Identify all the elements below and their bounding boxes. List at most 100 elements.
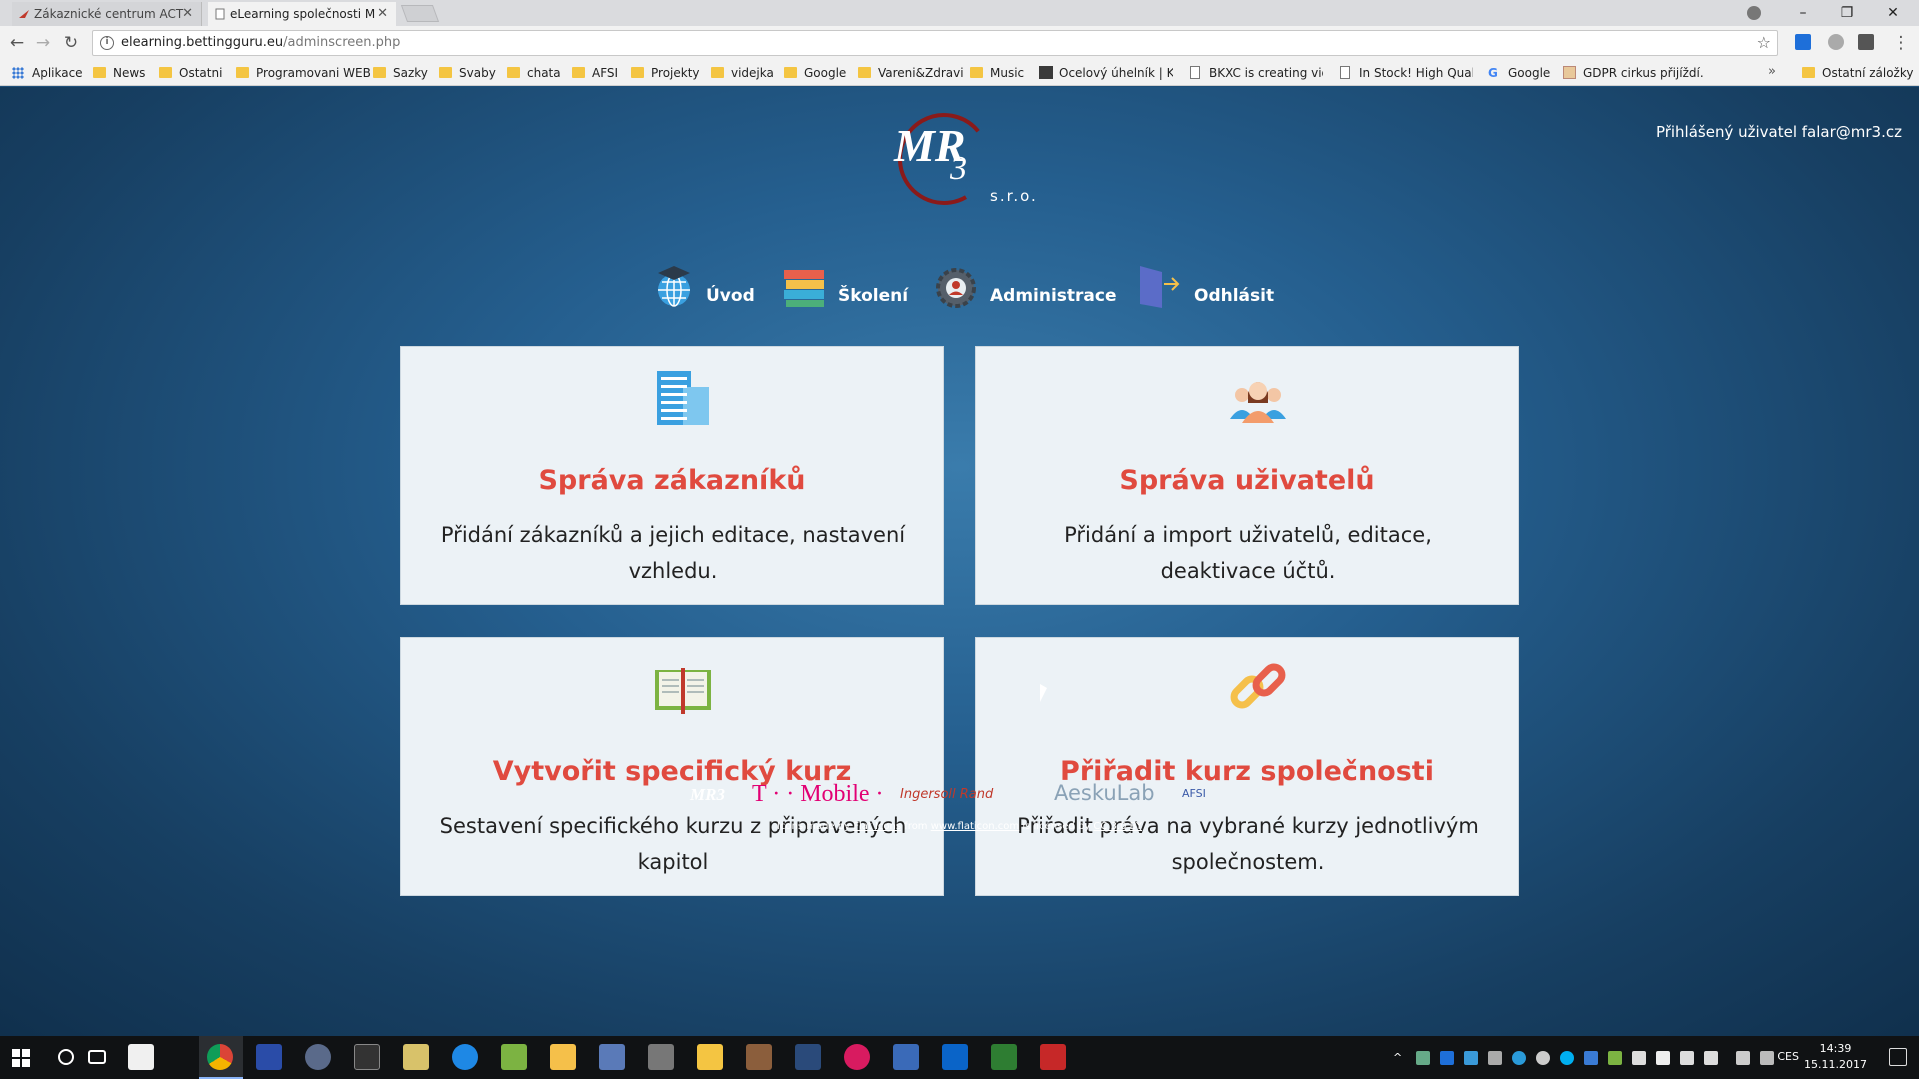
bookmark-google[interactable]: G Google	[1486, 65, 1550, 81]
save-app-icon[interactable]	[256, 1044, 282, 1070]
language-indicator[interactable]: CES	[1777, 1050, 1799, 1063]
keyboard-icon[interactable]	[1760, 1051, 1774, 1065]
restore-icon[interactable]: ❐	[1826, 0, 1868, 26]
license-link[interactable]: CC 3.0 BY	[1093, 821, 1142, 832]
bookmark-in-stock[interactable]: In Stock! High Quality	[1337, 65, 1473, 81]
bookmark-ostatni[interactable]: Ostatni	[157, 65, 222, 81]
tray-icon[interactable]	[1416, 1051, 1430, 1065]
app-red-icon[interactable]	[1040, 1044, 1066, 1070]
bookmark-vareni[interactable]: Vareni&Zdravi	[856, 65, 964, 81]
vpn-icon[interactable]	[305, 1044, 331, 1070]
excel-icon[interactable]	[991, 1044, 1017, 1070]
onedrive-icon[interactable]	[1536, 1051, 1550, 1065]
clock[interactable]: 14:39 15.11.2017	[1804, 1041, 1867, 1073]
folder-icon	[159, 67, 172, 78]
bookmark-ocelovy[interactable]: Ocelový úhelník | Kon	[1037, 65, 1173, 81]
close-tab-icon[interactable]: ✕	[182, 2, 193, 26]
extension-x-icon[interactable]	[1795, 34, 1811, 50]
main-nav: Úvod Školení Administrace Odhlásit	[0, 262, 1919, 312]
network-app-icon[interactable]	[893, 1044, 919, 1070]
bookmark-bkxc[interactable]: BKXC is creating vide	[1187, 65, 1323, 81]
app-pink-icon[interactable]	[844, 1044, 870, 1070]
notifications-icon[interactable]	[1889, 1048, 1907, 1066]
bookmark-other[interactable]: Ostatní záložky	[1800, 65, 1913, 81]
extension-cloud-icon[interactable]	[1828, 34, 1844, 50]
bookmark-videjka[interactable]: videjka	[709, 65, 774, 81]
profile-icon[interactable]	[1747, 6, 1761, 20]
new-tab-button[interactable]	[400, 5, 440, 22]
pen-icon[interactable]	[1736, 1051, 1750, 1065]
site-info-icon[interactable]: i	[100, 36, 114, 50]
tray-icon[interactable]	[1488, 1051, 1502, 1065]
folder-icon	[631, 67, 644, 78]
tray-icon[interactable]	[1440, 1051, 1454, 1065]
app-yellow-icon[interactable]	[550, 1044, 576, 1070]
bookmark-afsi[interactable]: AFSI	[570, 65, 618, 81]
minimize-icon[interactable]: –	[1782, 0, 1824, 26]
cast-icon[interactable]	[1858, 34, 1874, 50]
bookmark-music[interactable]: Music	[968, 65, 1024, 81]
tray-icon[interactable]	[1632, 1051, 1646, 1065]
card-description: Přidání a import uživatelů, editace, dea…	[1064, 523, 1432, 583]
tray-icon[interactable]	[1608, 1051, 1622, 1065]
terminal-icon[interactable]	[354, 1044, 380, 1070]
tab-zakaznicke-centrum[interactable]: Zákaznické centrum ACT ✕	[12, 2, 202, 26]
outlook-icon[interactable]	[942, 1044, 968, 1070]
flat-icons-link[interactable]: Flat Icons	[853, 821, 901, 832]
bookmark-news[interactable]: News	[91, 65, 145, 81]
app-brown-icon[interactable]	[746, 1044, 772, 1070]
card-sprava-zakazniku[interactable]: Správa zákazníků Přidání zákazníků a jej…	[400, 346, 944, 605]
reload-icon[interactable]: ↻	[60, 32, 82, 54]
bookmark-apps[interactable]: Aplikace	[10, 65, 83, 81]
bookmark-chata[interactable]: chata	[505, 65, 561, 81]
windows-start-icon[interactable]	[12, 1049, 30, 1067]
tab-elearning[interactable]: eLearning společnosti M ✕	[208, 2, 396, 26]
bluetooth-icon[interactable]	[1584, 1051, 1598, 1065]
tray-icon[interactable]	[1512, 1051, 1526, 1065]
page-icon	[1190, 66, 1200, 79]
mr3-logo[interactable]: MR 3 s.r.o.	[880, 107, 1040, 207]
task-view-icon[interactable]	[88, 1050, 106, 1064]
card-vytvorit-kurz[interactable]: Vytvořit specifický kurz Sestavení speci…	[400, 637, 944, 896]
menu-dots-icon[interactable]: ⋮	[1890, 32, 1912, 54]
address-bar[interactable]: i elearning.bettingguru.eu/adminscreen.p…	[92, 30, 1778, 56]
search-icon[interactable]	[58, 1049, 74, 1065]
volume-icon[interactable]	[1704, 1051, 1718, 1065]
chrome-icon[interactable]	[207, 1044, 233, 1070]
store-icon[interactable]	[128, 1044, 154, 1070]
browser-tab-bar: Zákaznické centrum ACT ✕ eLearning spole…	[0, 0, 1919, 26]
card-priradit-kurz[interactable]: Přiřadit kurz společnosti Přiřadit práva…	[975, 637, 1519, 896]
bookmark-google-folder[interactable]: Google	[782, 65, 846, 81]
notes-icon[interactable]	[403, 1044, 429, 1070]
svg-text:s.r.o.: s.r.o.	[990, 187, 1038, 205]
more-bookmarks-icon[interactable]: »	[1768, 64, 1776, 79]
google-g-icon: G	[1488, 66, 1498, 80]
back-icon[interactable]: ←	[6, 32, 28, 54]
app-dark-blue-icon[interactable]	[795, 1044, 821, 1070]
bookmark-sazky[interactable]: Sazky	[371, 65, 428, 81]
internet-explorer-icon[interactable]	[452, 1044, 478, 1070]
app-green-icon[interactable]	[501, 1044, 527, 1070]
flaticon-link[interactable]: www.flaticon.com	[931, 821, 1019, 832]
bookmark-star-icon[interactable]: ☆	[1757, 33, 1771, 52]
forward-icon[interactable]: →	[32, 32, 54, 54]
close-tab-icon[interactable]: ✕	[377, 2, 388, 26]
card-title: Správa zákazníků	[538, 465, 806, 496]
skype-icon[interactable]	[1560, 1051, 1574, 1065]
folder-icon	[858, 67, 871, 78]
bookmark-programovani[interactable]: Programovani WEB	[234, 65, 371, 81]
bookmark-projekty[interactable]: Projekty	[629, 65, 700, 81]
bookmark-gdpr[interactable]: GDPR cirkus přijíždí. Z	[1561, 65, 1703, 81]
bookmark-svaby[interactable]: Svaby	[437, 65, 496, 81]
tray-chevron-icon[interactable]: ^	[1393, 1051, 1407, 1065]
app-blue-icon[interactable]	[599, 1044, 625, 1070]
nav-label: Úvod	[706, 286, 755, 306]
tray-icon[interactable]	[1464, 1051, 1478, 1065]
nav-label: Školení	[838, 286, 909, 306]
network-icon[interactable]	[1680, 1051, 1694, 1065]
battery-icon[interactable]	[1656, 1051, 1670, 1065]
close-window-icon[interactable]: ✕	[1872, 0, 1914, 26]
app-gray-icon[interactable]	[648, 1044, 674, 1070]
card-sprava-uzivatelu[interactable]: Správa uživatelů Přidání a import uživat…	[975, 346, 1519, 605]
file-explorer-icon[interactable]	[697, 1044, 723, 1070]
